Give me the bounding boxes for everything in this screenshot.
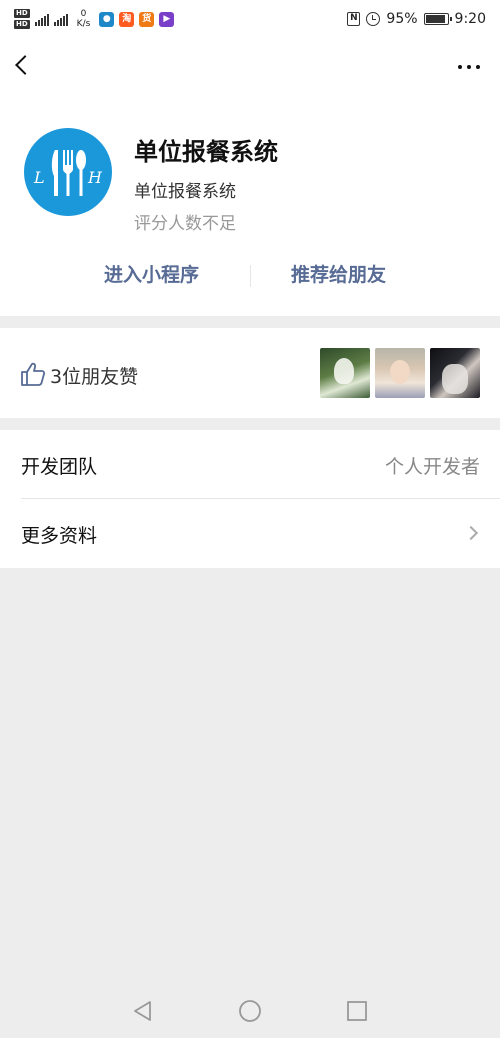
info-section: 开发团队 个人开发者 更多资料 [0,430,500,568]
more-info-label: 更多资料 [21,525,98,547]
battery-icon [423,13,452,25]
app-icon: ▶ [159,11,175,27]
app-icon: ● [99,11,115,27]
friends-likes-row[interactable]: 3位朋友赞 [0,328,500,418]
nfc-icon: N [347,12,361,26]
back-icon[interactable] [15,55,35,75]
dev-team-value: 个人开发者 [384,456,480,478]
cutlery-icon: L H [33,150,103,196]
nav-recents-icon[interactable] [345,999,369,1023]
clock: 9:20 [454,11,486,27]
thumbs-up-icon [21,362,46,386]
action-divider [250,265,251,287]
signal-icon [34,12,49,26]
alarm-icon [366,12,381,26]
battery-percent: 95% [386,11,418,27]
signal-icon [53,12,68,26]
more-icon[interactable] [458,65,480,69]
enter-miniprogram-button[interactable]: 进入小程序 [104,260,199,287]
avatar[interactable] [430,348,480,398]
action-bar: 进入小程序 推荐给朋友 [0,260,500,290]
dev-team-label: 开发团队 [21,456,98,478]
app-header: L H 单位报餐系统 单位报餐系统 评分人数不足 进入小程序 推荐给朋友 [0,100,500,316]
status-bar: HD HD 0 K/s ● 淘 货 ▶ N 95% 9:20 [0,0,500,38]
status-left: HD HD 0 K/s ● 淘 货 ▶ [14,9,175,29]
nav-bar [0,38,500,100]
app-rating: 评分人数不足 [134,214,236,234]
logo-letter-l: L [33,168,45,187]
network-speed-value: 0 [80,9,87,19]
dev-team-row: 开发团队 个人开发者 [0,430,500,499]
app-icon: 淘 [119,11,135,27]
nav-back-icon[interactable] [131,999,155,1023]
network-speed: 0 K/s [77,9,91,29]
chevron-right-icon [463,525,479,541]
avatar[interactable] [320,348,370,398]
app-logo: L H [24,128,112,216]
likes-text: 3位朋友赞 [50,366,139,388]
nav-home-icon[interactable] [238,999,262,1023]
app-name: 单位报餐系统 [134,138,278,166]
app-subtitle: 单位报餐系统 [134,182,236,202]
hd-icon: HD HD [14,9,30,29]
status-right: N 95% 9:20 [347,11,486,27]
more-info-row[interactable]: 更多资料 [0,499,500,568]
logo-letter-h: H [87,168,103,187]
network-speed-unit: K/s [76,19,91,29]
system-nav-bar [0,985,500,1038]
avatar[interactable] [375,348,425,398]
app-icon: 货 [139,11,155,27]
recommend-to-friends-button[interactable]: 推荐给朋友 [291,260,386,287]
